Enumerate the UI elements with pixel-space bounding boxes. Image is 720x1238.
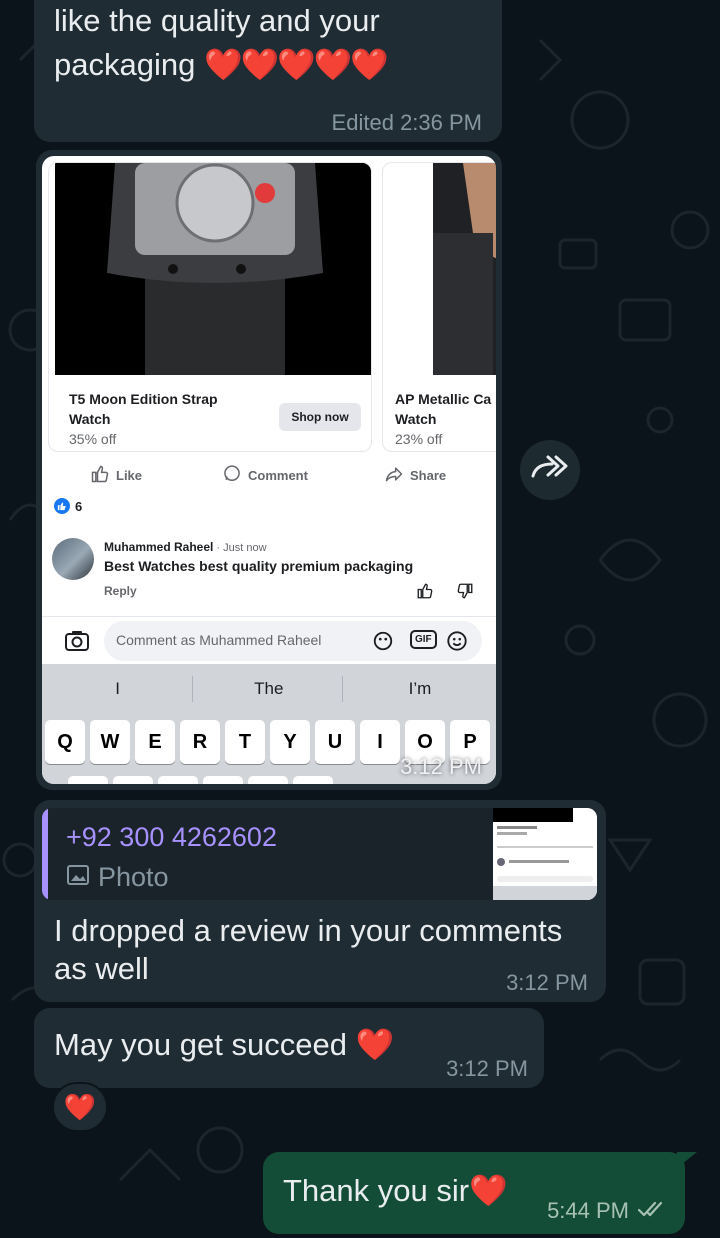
- suggestion-3[interactable]: I’m: [344, 664, 495, 714]
- image-message-time: 3:12 PM: [400, 754, 482, 779]
- comment-label: Comment: [248, 468, 308, 483]
- key-row2: [68, 776, 108, 784]
- comment-like-icon[interactable]: [416, 582, 434, 605]
- thanks-time: 5:44 PM: [547, 1198, 629, 1223]
- product-card-1[interactable]: T5 Moon Edition Strap Watch 35% off Shop…: [48, 162, 372, 452]
- key-e[interactable]: E: [135, 720, 175, 764]
- key-q[interactable]: Q: [45, 720, 85, 764]
- post-action-bar: Like Comment Share: [42, 456, 496, 490]
- thanks-meta: 5:44 PM: [547, 1198, 669, 1224]
- forward-icon: [530, 454, 570, 487]
- like-action[interactable]: Like: [90, 464, 142, 487]
- edited-label: Edited: [331, 110, 394, 135]
- camera-icon[interactable]: [64, 629, 90, 658]
- quote-type-label: Photo: [98, 862, 169, 892]
- key-row2: [248, 776, 288, 784]
- likes-count: 6: [75, 498, 83, 514]
- thanks-text: Thank you sir: [283, 1173, 470, 1208]
- reply-link[interactable]: Reply: [104, 584, 137, 598]
- shop-now-button[interactable]: Shop now: [279, 403, 361, 431]
- comment-author-line: Muhammed Raheel · Just now: [104, 540, 267, 554]
- product-name-2: AP Metallic Ca Watch: [395, 391, 492, 427]
- forward-button[interactable]: [520, 440, 580, 500]
- comment-input-row: Comment as Muhammed Raheel GIF: [42, 616, 496, 664]
- message-bubble-thanks[interactable]: Thank you sir❤️ 5:44 PM: [263, 1152, 697, 1234]
- comment-dislike-icon[interactable]: [456, 582, 474, 605]
- comment-text: Best Watches best quality premium packag…: [104, 558, 414, 574]
- product-card-2[interactable]: AP Metallic Ca Watch 23% off: [382, 162, 496, 452]
- message-reaction[interactable]: ❤️: [52, 1082, 108, 1132]
- watch-photo-1: [55, 163, 371, 375]
- suggestion-1[interactable]: I: [42, 664, 193, 714]
- message-bubble-succeed[interactable]: May you get succeed ❤️ 3:12 PM: [34, 1008, 544, 1088]
- comment-author[interactable]: Muhammed Raheel: [104, 540, 213, 554]
- succeed-time: 3:12 PM: [446, 1056, 528, 1081]
- heart-emoji: ❤️: [469, 1173, 508, 1208]
- photo-icon: [66, 862, 90, 893]
- double-check-icon: [637, 1198, 669, 1224]
- thumbs-up-icon: [90, 464, 110, 487]
- quote-thumbnail: [493, 808, 597, 900]
- message-bubble-review[interactable]: +92 300 4262602 Photo I dropped a review…: [34, 800, 606, 1002]
- comment-input[interactable]: Comment as Muhammed Raheel GIF: [104, 621, 482, 661]
- share-label: Share: [410, 468, 447, 483]
- key-row2: [158, 776, 198, 784]
- share-action[interactable]: Share: [384, 464, 446, 487]
- review-time: 3:12 PM: [506, 970, 588, 995]
- comment-icon: [222, 464, 242, 487]
- message-time: 2:36 PM: [400, 110, 482, 135]
- heart-emoji: ❤️: [355, 1027, 395, 1062]
- quote-accent-bar: [42, 808, 48, 900]
- message-meta: Edited 2:36 PM: [332, 110, 482, 136]
- thanks-text-row: Thank you sir❤️: [283, 1172, 508, 1210]
- comment-item: Muhammed Raheel · Just now Best Watches …: [52, 538, 486, 608]
- comment-time: · Just now: [213, 542, 267, 554]
- bubble-tail: [677, 1152, 697, 1168]
- heart-reaction-emoji: ❤️: [63, 1091, 97, 1122]
- gif-button[interactable]: GIF: [410, 630, 437, 649]
- comment-action[interactable]: Comment: [222, 464, 308, 487]
- message-text-line1: like the quality and your: [54, 3, 380, 38]
- hearts-emoji: ❤️❤️❤️❤️❤️: [203, 47, 389, 82]
- share-icon: [384, 464, 404, 487]
- key-r[interactable]: R: [180, 720, 220, 764]
- comment-placeholder: Comment as Muhammed Raheel: [116, 632, 322, 648]
- suggestion-divider: [342, 676, 343, 702]
- key-w[interactable]: W: [90, 720, 130, 764]
- image-message-bubble[interactable]: T5 Moon Edition Strap Watch 35% off Shop…: [36, 150, 502, 790]
- succeed-text: May you get succeed: [54, 1027, 347, 1062]
- avatar[interactable]: [52, 538, 94, 580]
- key-u[interactable]: U: [315, 720, 355, 764]
- like-label: Like: [116, 468, 143, 483]
- product-discount-1: 35% off: [69, 431, 117, 447]
- key-i[interactable]: I: [360, 720, 400, 764]
- product-discount-2: 23% off: [395, 431, 443, 447]
- quote-type: Photo: [66, 862, 169, 893]
- key-y[interactable]: Y: [270, 720, 310, 764]
- like-reaction-icon: [54, 498, 70, 514]
- message-text-line2: packaging ❤️❤️❤️❤️❤️: [54, 47, 389, 82]
- emoji-icon[interactable]: [446, 630, 468, 657]
- key-row2: [293, 776, 333, 784]
- review-text-line1: I dropped a review in your comments: [54, 913, 563, 948]
- product-name-1: T5 Moon Edition Strap Watch: [69, 391, 218, 427]
- sticker-icon[interactable]: [372, 630, 394, 657]
- key-row2: [113, 776, 153, 784]
- screenshot-image[interactable]: T5 Moon Edition Strap Watch 35% off Shop…: [42, 156, 496, 784]
- suggestion-2[interactable]: The: [193, 664, 344, 714]
- watch-photo-2: [433, 163, 496, 375]
- key-t[interactable]: T: [225, 720, 265, 764]
- review-text-line2: as well: [54, 951, 149, 986]
- likes-summary[interactable]: 6: [54, 498, 82, 514]
- succeed-text-row: May you get succeed ❤️: [54, 1026, 394, 1064]
- key-row2: [203, 776, 243, 784]
- quote-sender: +92 300 4262602: [66, 822, 277, 852]
- quoted-message[interactable]: +92 300 4262602 Photo: [42, 808, 597, 900]
- message-bubble-quality[interactable]: like the quality and your packaging ❤️❤️…: [34, 0, 502, 142]
